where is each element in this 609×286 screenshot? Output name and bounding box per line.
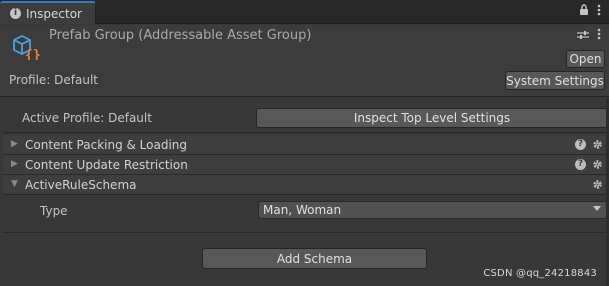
active-profile-label: Active Profile: Default: [22, 111, 152, 125]
addressable-group-icon: {}: [11, 32, 43, 63]
divider: [3, 232, 606, 233]
section-tools: ?: [575, 139, 603, 150]
info-icon: i: [10, 8, 21, 19]
section-title: ActiveRuleSchema: [25, 178, 137, 192]
svg-text:{}: {}: [25, 48, 41, 60]
presets-icon[interactable]: [577, 29, 589, 43]
system-settings-button[interactable]: System Settings: [505, 71, 605, 90]
inspector-content: Active Profile: Default Inspect Top Leve…: [0, 98, 609, 286]
tab-inspector-label: Inspector: [26, 6, 82, 21]
help-icon[interactable]: ?: [575, 159, 586, 170]
open-button[interactable]: Open: [566, 50, 605, 68]
add-schema-button[interactable]: Add Schema: [202, 248, 427, 269]
header-tools: [577, 28, 601, 43]
help-icon[interactable]: ?: [575, 139, 586, 150]
section-tools: ?: [575, 159, 603, 170]
expand-arrow-icon[interactable]: ▶: [11, 139, 18, 149]
gear-icon[interactable]: [592, 179, 603, 190]
section-title: Content Packing & Loading: [25, 138, 188, 152]
profile-label: Profile: Default: [9, 73, 99, 87]
expand-arrow-icon[interactable]: ▶: [11, 159, 18, 169]
section-tools: [592, 179, 603, 190]
section-active-rule-schema[interactable]: ▼ ActiveRuleSchema: [3, 175, 606, 195]
tab-inspector[interactable]: i Inspector: [0, 1, 96, 24]
inspector-header: {} Prefab Group (Addressable Asset Group…: [0, 25, 609, 97]
watermark: CSDN @qq_24218843: [483, 268, 597, 279]
tab-bar: i Inspector: [0, 0, 609, 24]
gear-icon[interactable]: [592, 139, 603, 150]
inspect-top-level-settings-button[interactable]: Inspect Top Level Settings: [256, 108, 608, 128]
section-title: Content Update Restriction: [25, 158, 188, 172]
tab-tools: [579, 4, 601, 19]
type-dropdown-value: Man, Woman: [263, 203, 342, 217]
kebab-menu-icon[interactable]: [597, 4, 601, 19]
asset-title: Prefab Group (Addressable Asset Group): [49, 28, 312, 43]
type-field-label: Type: [40, 204, 68, 218]
section-content-update-restriction[interactable]: ▶ Content Update Restriction ?: [3, 155, 606, 175]
gear-icon[interactable]: [592, 159, 603, 170]
collapse-arrow-icon[interactable]: ▼: [11, 179, 18, 189]
type-dropdown[interactable]: Man, Woman: [258, 201, 607, 219]
lock-icon[interactable]: [579, 4, 589, 19]
active-profile-row: Active Profile: Default Inspect Top Leve…: [3, 100, 608, 133]
component-menu-icon[interactable]: [597, 28, 601, 43]
chevron-down-icon: [593, 206, 601, 211]
section-content-packing-loading[interactable]: ▶ Content Packing & Loading ?: [3, 135, 606, 155]
